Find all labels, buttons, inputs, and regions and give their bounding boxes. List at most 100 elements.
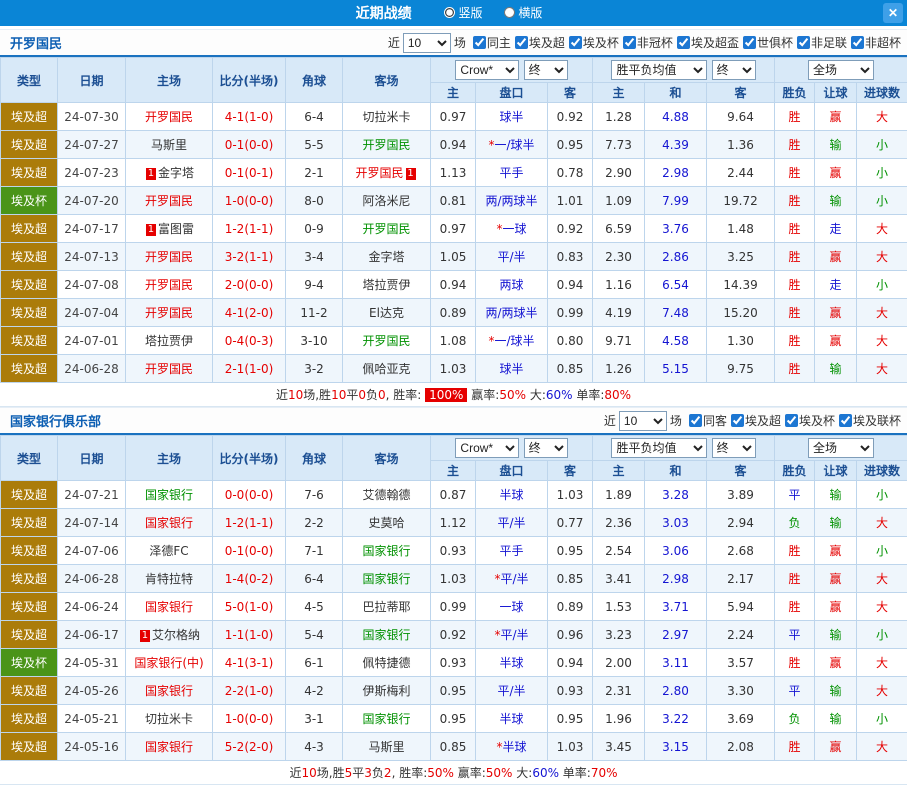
result-handicap: 输 xyxy=(815,355,857,383)
avg-odds-draw: 7.48 xyxy=(645,299,707,327)
asian-odds-away: 0.94 xyxy=(548,649,593,677)
result-goals: 大 xyxy=(857,649,907,677)
away-team-name: 马斯里 xyxy=(368,740,404,754)
filter-checkbox-input[interactable] xyxy=(473,36,486,49)
avg-stage-select[interactable]: 终 xyxy=(712,60,756,80)
away-team-name: 国家银行 xyxy=(362,572,410,586)
bookmaker-select[interactable]: Crow* xyxy=(455,438,519,458)
filter-checkbox-input[interactable] xyxy=(689,414,702,427)
near-label: 近 xyxy=(604,412,616,429)
result-handicap: 输 xyxy=(815,621,857,649)
col-res-wdl: 胜负 xyxy=(775,83,815,103)
layout-radio-horizontal[interactable]: 横版 xyxy=(504,4,542,21)
score: 1-1(1-0) xyxy=(213,621,286,649)
filter-checkbox-input[interactable] xyxy=(851,36,864,49)
home-team-name: 国家银行 xyxy=(145,740,193,754)
summary-part: 60% xyxy=(532,766,559,780)
filter-checkbox[interactable]: 埃及联杯 xyxy=(839,412,901,429)
col-odds-handicap: 盘口 xyxy=(476,83,548,103)
match-date: 24-07-27 xyxy=(58,131,126,159)
match-count-select[interactable]: 10 xyxy=(619,411,667,431)
corners: 4-3 xyxy=(286,733,343,761)
col-odds-home: 主 xyxy=(431,83,476,103)
handicap-text: 平/半 xyxy=(500,572,528,586)
bookmaker-select[interactable]: Crow* xyxy=(455,60,519,80)
away-team: 国家银行 xyxy=(343,565,431,593)
layout-radio-vertical[interactable]: 竖版 xyxy=(444,4,482,21)
filter-checkbox[interactable]: 埃及杯 xyxy=(785,412,835,429)
filter-checkbox[interactable]: 埃及杯 xyxy=(569,34,619,51)
asian-odds-home: 0.93 xyxy=(431,649,476,677)
col-score: 比分(半场) xyxy=(213,58,286,103)
away-team-name: 史莫哈 xyxy=(368,516,404,530)
summary-part: 10 xyxy=(302,766,317,780)
asian-handicap: 两球 xyxy=(476,271,548,299)
asian-odds-away: 0.85 xyxy=(548,565,593,593)
filter-checkbox-input[interactable] xyxy=(743,36,756,49)
filter-bar: 近 10 场 同主埃及超埃及杯非冠杯埃及超盃世俱杯非足联非超杯 xyxy=(385,33,901,53)
summary-part: 50% xyxy=(499,388,526,402)
filter-checkbox-input[interactable] xyxy=(785,414,798,427)
table-row: 埃及超 24-07-08 开罗国民 2-0(0-0) 9-4 塔拉贾伊 0.94… xyxy=(1,271,907,299)
topbar-center: 近期战绩 竖版 横版 xyxy=(356,3,552,23)
filter-checkbox[interactable]: 同客 xyxy=(689,412,727,429)
asian-odds-home: 1.03 xyxy=(431,355,476,383)
avg-odds-away: 15.20 xyxy=(707,299,775,327)
odds-stage-select[interactable]: 终 xyxy=(524,60,568,80)
filter-checkbox-input[interactable] xyxy=(797,36,810,49)
match-date: 24-05-26 xyxy=(58,677,126,705)
filter-checkbox-input[interactable] xyxy=(515,36,528,49)
avg-odds-away: 2.94 xyxy=(707,509,775,537)
odds-stage-select[interactable]: 终 xyxy=(524,438,568,458)
scope-select[interactable]: 全场 xyxy=(808,438,874,458)
section-head: 国家银行俱乐部 近 10 场 同客埃及超埃及杯埃及联杯 xyxy=(0,407,907,435)
close-button[interactable]: ✕ xyxy=(883,3,903,23)
summary-part: 0 xyxy=(358,388,366,402)
avg-type-select[interactable]: 胜平负均值 xyxy=(611,60,707,80)
home-team-name: 肯特拉特 xyxy=(145,572,193,586)
filter-checkbox-input[interactable] xyxy=(623,36,636,49)
summary-line: 近10场,胜5平3负2, 胜率:50% 赢率:50% 大:60% 单率:70% xyxy=(0,761,907,785)
avg-stage-select[interactable]: 终 xyxy=(712,438,756,458)
filter-checkbox[interactable]: 埃及超 xyxy=(731,412,781,429)
filter-checkbox[interactable]: 同主 xyxy=(473,34,511,51)
filter-checkbox-input[interactable] xyxy=(839,414,852,427)
layout-radio-vertical-input[interactable] xyxy=(444,7,455,18)
filter-checkbox-input[interactable] xyxy=(677,36,690,49)
result-wdl: 胜 xyxy=(775,187,815,215)
layout-radio-horizontal-input[interactable] xyxy=(504,7,515,18)
filter-checkbox[interactable]: 非足联 xyxy=(797,34,847,51)
home-team-name: 艾尔格纳 xyxy=(152,628,200,642)
avg-odds-away: 3.89 xyxy=(707,481,775,509)
handicap-text: 半球 xyxy=(502,740,526,754)
scope-select[interactable]: 全场 xyxy=(808,60,874,80)
team-title: 开罗国民 xyxy=(10,33,62,52)
filter-checkbox[interactable]: 世俱杯 xyxy=(743,34,793,51)
asian-handicap: *一/球半 xyxy=(476,131,548,159)
asian-handicap: *一/球半 xyxy=(476,327,548,355)
asian-odds-home: 1.13 xyxy=(431,159,476,187)
match-count-select[interactable]: 10 xyxy=(403,33,451,53)
matches-table: 类型 日期 主场 比分(半场) 角球 客场 Crow* 终 胜平负均值 终 全场 xyxy=(0,57,907,383)
filter-checkbox-input[interactable] xyxy=(731,414,744,427)
result-handicap: 输 xyxy=(815,131,857,159)
result-wdl: 胜 xyxy=(775,103,815,131)
avg-type-select[interactable]: 胜平负均值 xyxy=(611,438,707,458)
away-team: 开罗国民 xyxy=(343,131,431,159)
home-team: 开罗国民 xyxy=(126,187,213,215)
corners: 8-0 xyxy=(286,187,343,215)
filter-checkbox[interactable]: 埃及超盃 xyxy=(677,34,739,51)
summary-part: 0 xyxy=(378,388,386,402)
col-home: 主场 xyxy=(126,58,213,103)
away-team-name: 伊斯梅利 xyxy=(362,684,410,698)
result-handicap: 赢 xyxy=(815,537,857,565)
corners: 3-4 xyxy=(286,243,343,271)
filter-checkbox[interactable]: 埃及超 xyxy=(515,34,565,51)
corners: 3-10 xyxy=(286,327,343,355)
col-avg-draw: 和 xyxy=(645,461,707,481)
match-type: 埃及杯 xyxy=(1,187,58,215)
filter-checkbox[interactable]: 非超杯 xyxy=(851,34,901,51)
filter-checkbox[interactable]: 非冠杯 xyxy=(623,34,673,51)
filter-checkbox-input[interactable] xyxy=(569,36,582,49)
avg-odds-away: 1.36 xyxy=(707,131,775,159)
